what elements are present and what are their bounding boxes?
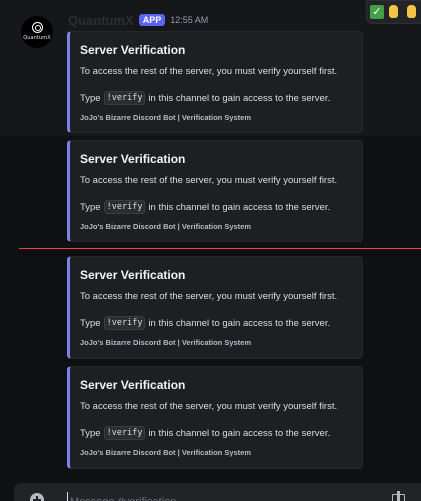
timestamp[interactable]: 12:55 AM	[170, 15, 208, 25]
verify-command-code: !verify	[103, 200, 146, 214]
embed-description: To access the rest of the server, you mu…	[80, 401, 338, 412]
verification-embed: Server Verification To access the rest o…	[67, 31, 363, 133]
raised-finger-emoji-icon[interactable]	[389, 4, 402, 20]
avatar[interactable]: QuantumX	[21, 16, 53, 48]
message-input[interactable]	[67, 492, 372, 501]
embed-title: Server Verification	[80, 268, 186, 282]
verify-command-code: !verify	[103, 426, 146, 440]
embed-instruction: Type !verify in this channel to gain acc…	[80, 316, 330, 330]
instruction-suffix: in this channel to gain access to the se…	[148, 427, 331, 439]
verification-embed: Server Verification To access the rest o…	[67, 256, 363, 359]
verify-command-code: !verify	[103, 316, 146, 330]
message-composer	[14, 483, 421, 501]
quantumx-logo-icon	[31, 21, 43, 33]
embed-footer: JoJo's Bizarre Discord Bot | Verificatio…	[80, 448, 252, 457]
new-messages-divider	[19, 248, 421, 249]
app-badge: APP	[138, 14, 166, 26]
instruction-suffix: in this channel to gain access to the se…	[148, 201, 331, 213]
instruction-prefix: Type	[80, 92, 101, 104]
verify-command-code: !verify	[103, 91, 146, 105]
embed-title: Server Verification	[80, 378, 186, 392]
gift-icon[interactable]	[392, 491, 405, 501]
embed-footer: JoJo's Bizarre Discord Bot | Verificatio…	[80, 222, 252, 231]
instruction-suffix: in this channel to gain access to the se…	[148, 317, 331, 329]
instruction-suffix: in this channel to gain access to the se…	[148, 92, 331, 104]
embed-instruction: Type !verify in this channel to gain acc…	[80, 426, 330, 440]
embed-footer: JoJo's Bizarre Discord Bot | Verificatio…	[80, 113, 252, 122]
raised-finger-emoji-icon[interactable]	[407, 4, 420, 20]
chat-view: QuantumX QuantumX APP 12:55 AM ✓ Server …	[0, 0, 421, 501]
embed-description: To access the rest of the server, you mu…	[80, 66, 338, 77]
instruction-prefix: Type	[80, 427, 101, 439]
message-header: QuantumX APP 12:55 AM	[68, 12, 208, 28]
username[interactable]: QuantumX	[68, 13, 134, 28]
reaction-toolbar: ✓	[366, 0, 421, 24]
check-mark-emoji-icon[interactable]: ✓	[370, 5, 384, 19]
embed-description: To access the rest of the server, you mu…	[80, 175, 338, 186]
instruction-prefix: Type	[80, 317, 101, 329]
embed-instruction: Type !verify in this channel to gain acc…	[80, 91, 330, 105]
verification-embed: Server Verification To access the rest o…	[67, 140, 363, 242]
embed-instruction: Type !verify in this channel to gain acc…	[80, 200, 330, 214]
embed-title: Server Verification	[80, 152, 186, 166]
add-attachment-icon[interactable]	[30, 493, 44, 501]
instruction-prefix: Type	[80, 201, 101, 213]
embed-description: To access the rest of the server, you mu…	[80, 291, 338, 302]
verification-embed: Server Verification To access the rest o…	[67, 366, 363, 469]
embed-title: Server Verification	[80, 43, 186, 57]
avatar-label: QuantumX	[23, 34, 51, 41]
embed-footer: JoJo's Bizarre Discord Bot | Verificatio…	[80, 338, 252, 347]
